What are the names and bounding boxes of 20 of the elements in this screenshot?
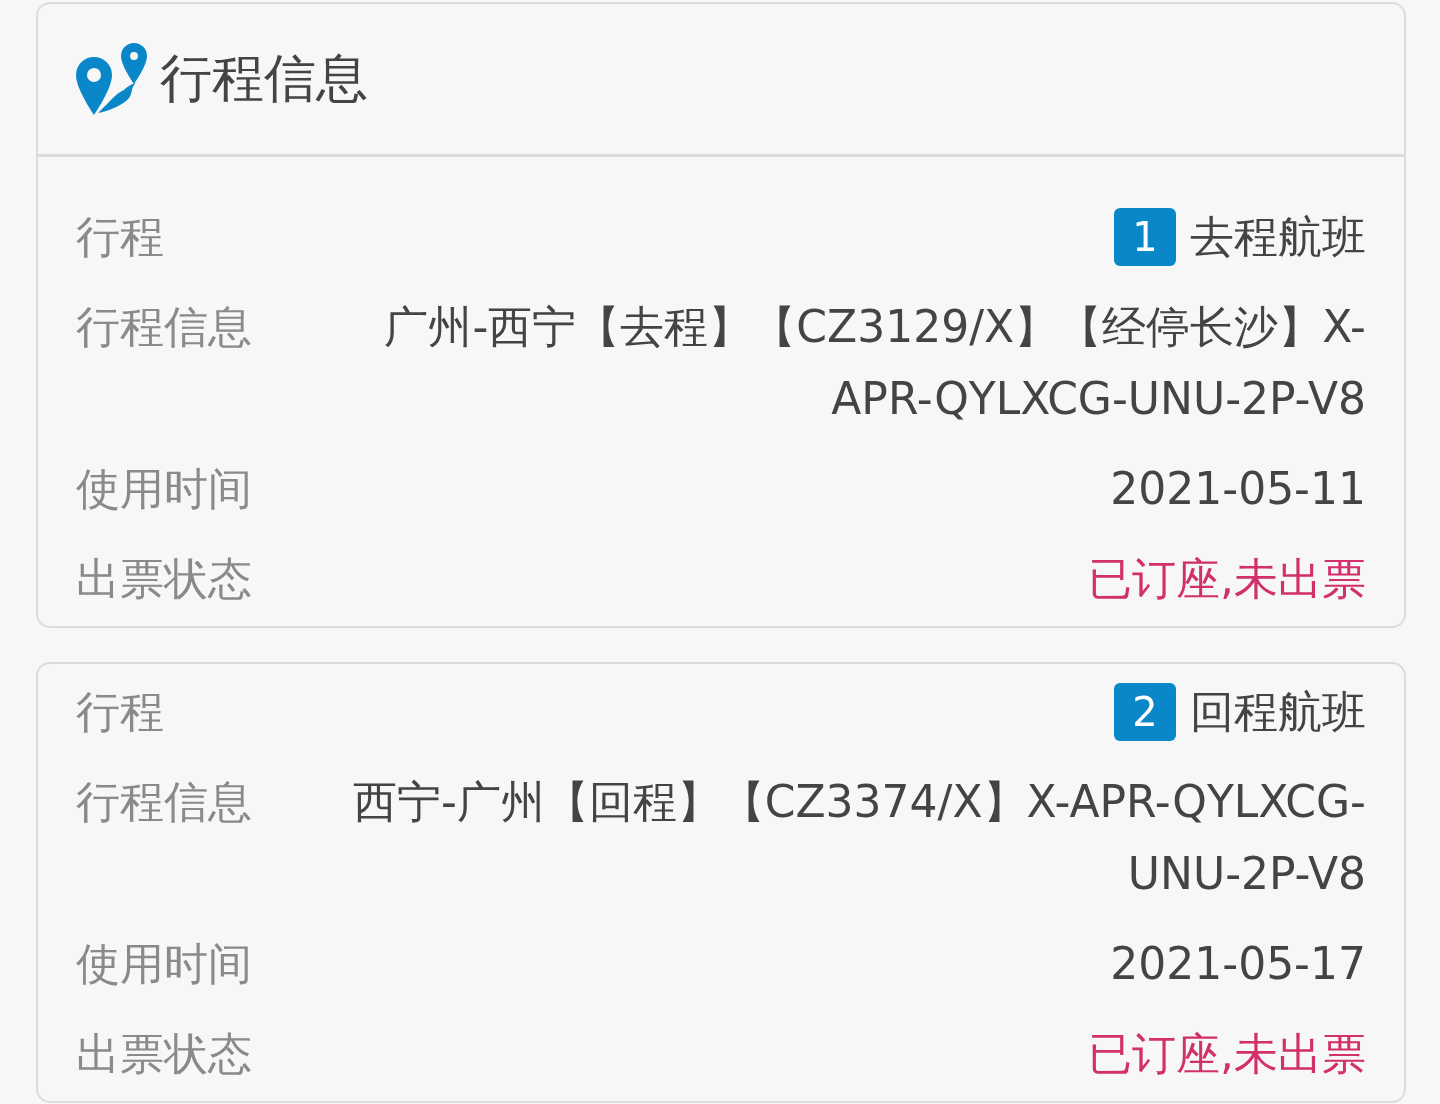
- flight-direction: 去程航班: [1190, 210, 1366, 264]
- field-value: 2021-05-11: [1110, 462, 1366, 516]
- ticket-status: 已订座,未出票: [1088, 552, 1366, 606]
- field-label: 行程信息: [76, 775, 252, 829]
- field-label: 使用时间: [76, 462, 252, 516]
- section-title: 行程信息: [160, 47, 368, 110]
- field-value: 西宁-广州【回程】【CZ3374/X】X-APR-QYLXCG-UNU-2P-V8: [351, 775, 1366, 901]
- field-value: 广州-西宁【去程】【CZ3129/X】【经停长沙】X-APR-QYLXCG-UNU-2P-V8: [383, 300, 1366, 426]
- field-label: 行程: [76, 685, 164, 739]
- field-label: 使用时间: [76, 937, 252, 991]
- flight-direction: 回程航班: [1190, 685, 1366, 739]
- field-label: 出票状态: [76, 552, 252, 606]
- field-label: 行程信息: [76, 300, 252, 354]
- map-pin-icon: [74, 41, 148, 117]
- ticket-status: 已订座,未出票: [1088, 1027, 1366, 1081]
- field-label: 行程: [76, 210, 164, 264]
- number-badge: 2: [1114, 683, 1176, 741]
- field-value: 2021-05-17: [1110, 937, 1366, 991]
- field-label: 出票状态: [76, 1027, 252, 1081]
- number-badge: 1: [1114, 208, 1176, 266]
